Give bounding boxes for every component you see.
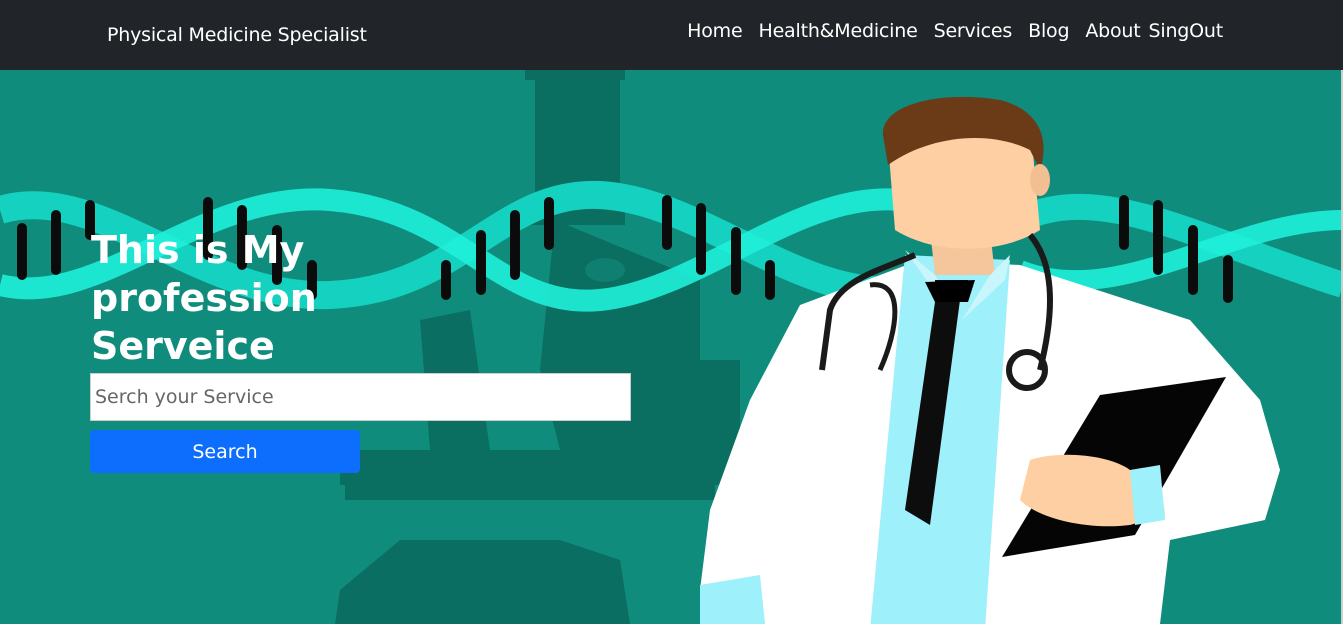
nav-link-services[interactable]: Services [934,20,1013,42]
nav-link-home[interactable]: Home [687,20,743,42]
nav-link-signout[interactable]: SingOut [1149,20,1224,42]
search-button[interactable]: Search [90,430,360,473]
brand-name[interactable]: Physical Medicine Specialist [107,24,367,46]
search-input[interactable] [90,373,631,421]
nav-link-health-medicine[interactable]: Health&Medicine [758,20,917,42]
navbar: Physical Medicine Specialist Home Health… [0,0,1343,70]
nav-link-blog[interactable]: Blog [1028,20,1069,42]
hero-heading: This is My profession Serveice [91,228,317,368]
nav-links: Home Health&Medicine Services Blog About… [687,20,1223,42]
nav-link-about[interactable]: About [1085,20,1140,42]
hero-section: This is My profession Serveice Search [0,70,1343,624]
